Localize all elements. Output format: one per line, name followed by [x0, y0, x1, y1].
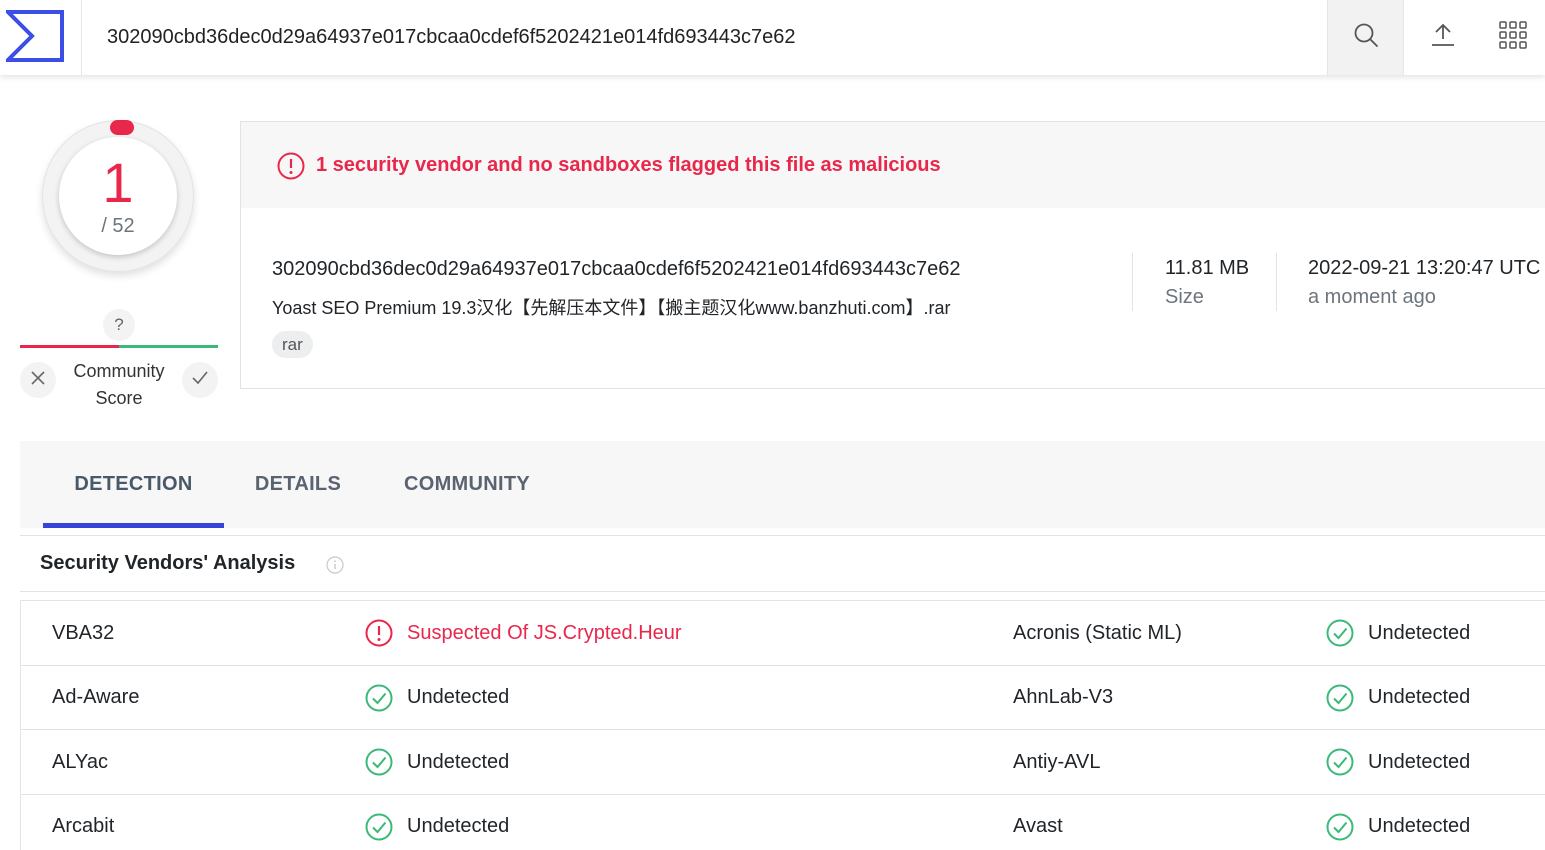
- check-circle-icon: [365, 813, 393, 841]
- community-score-label: Community Score: [73, 361, 165, 408]
- tab-bar: DETECTION DETAILS COMMUNITY: [20, 441, 1545, 528]
- search-input[interactable]: [82, 0, 1326, 75]
- vote-harmful-button[interactable]: [20, 362, 56, 398]
- check-circle-icon: [1326, 684, 1354, 712]
- vendor-result: Suspected Of JS.Crypted.Heur: [365, 601, 682, 665]
- vendor-result: Undetected: [1326, 730, 1470, 794]
- detection-score-gauge: 1 / 52: [42, 120, 194, 272]
- detection-total: / 52: [101, 215, 135, 237]
- alert-text: 1 security vendor and no sandboxes flagg…: [316, 154, 941, 176]
- malicious-alert: 1 security vendor and no sandboxes flagg…: [241, 122, 1545, 208]
- check-icon: [192, 370, 208, 390]
- tab-community[interactable]: COMMUNITY: [386, 441, 548, 528]
- divider: [20, 591, 1545, 592]
- check-circle-icon: [1326, 748, 1354, 776]
- vendor-result: Undetected: [365, 666, 509, 729]
- table-row: Ad-Aware Undetected AhnLab-V3 Undetected: [21, 666, 1545, 730]
- gauge-center: 1 / 52: [59, 137, 177, 255]
- community-score-bar: [20, 345, 218, 348]
- detection-count: 1: [102, 151, 134, 214]
- result-text: Undetected: [1368, 750, 1471, 773]
- vendor-name: Ad-Aware: [52, 686, 140, 708]
- table-row: ALYac Undetected Antiy-AVL Undetected: [21, 730, 1545, 795]
- check-circle-icon: [1326, 813, 1354, 841]
- divider: [20, 535, 1545, 536]
- file-size-label: Size: [1165, 286, 1204, 308]
- community-score-value: ?: [103, 309, 135, 341]
- check-circle-icon: [1326, 619, 1354, 647]
- vote-harmless-button[interactable]: [182, 362, 218, 398]
- vendor-result: Undetected: [365, 730, 509, 794]
- result-text: Suspected Of JS.Crypted.Heur: [407, 621, 682, 644]
- vendor-name: Antiy-AVL: [1013, 750, 1101, 773]
- search-icon: [1353, 22, 1379, 53]
- file-summary-card: 1 security vendor and no sandboxes flagg…: [240, 121, 1545, 389]
- vendor-name: ALYac: [52, 750, 108, 773]
- upload-icon: [1430, 22, 1456, 53]
- section-title: Security Vendors' Analysis: [40, 552, 296, 574]
- divider: [1132, 253, 1133, 311]
- vendor-result: Undetected: [1326, 601, 1470, 665]
- close-icon: [31, 370, 45, 390]
- top-bar: [0, 0, 1545, 75]
- search-button[interactable]: [1327, 0, 1404, 75]
- check-circle-icon: [365, 748, 393, 776]
- analysis-date-relative: a moment ago: [1308, 286, 1436, 308]
- virustotal-logo[interactable]: [3, 10, 64, 62]
- alert-icon: [277, 152, 305, 185]
- info-icon[interactable]: [326, 556, 344, 579]
- check-circle-icon: [365, 684, 393, 712]
- result-text: Undetected: [1368, 621, 1471, 644]
- result-text: Undetected: [1368, 815, 1471, 837]
- divider: [1276, 253, 1277, 311]
- upload-button[interactable]: [1405, 0, 1481, 75]
- tab-details[interactable]: DETAILS: [234, 441, 362, 528]
- apps-button[interactable]: [1481, 0, 1545, 75]
- result-text: Undetected: [1368, 686, 1471, 708]
- result-text: Undetected: [407, 686, 510, 708]
- alert-icon: [365, 619, 393, 647]
- vendor-result: Undetected: [1326, 795, 1470, 850]
- apps-grid-icon: [1499, 21, 1527, 54]
- result-text: Undetected: [407, 815, 510, 837]
- result-text: Undetected: [407, 750, 510, 773]
- file-hash[interactable]: 302090cbd36dec0d29a64937e017cbcaa0cdef6f…: [272, 258, 960, 281]
- file-name: Yoast SEO Premium 19.3汉化【先解压本文件】【搬主题汉化ww…: [272, 298, 951, 318]
- vendor-name: AhnLab-V3: [1013, 686, 1114, 708]
- table-row: VBA32 Suspected Of JS.Crypted.Heur Acron…: [21, 601, 1545, 666]
- table-row: Arcabit Undetected Avast Undetected: [21, 795, 1545, 850]
- gauge-indicator: [110, 120, 134, 135]
- file-size-value: 11.81 MB: [1165, 257, 1250, 279]
- file-type-tag[interactable]: rar: [272, 331, 313, 358]
- vendor-name: Acronis (Static ML): [1013, 621, 1182, 644]
- tab-detection[interactable]: DETECTION: [43, 441, 224, 528]
- vendor-analysis-table: VBA32 Suspected Of JS.Crypted.Heur Acron…: [20, 600, 1545, 850]
- analysis-date: 2022-09-21 13:20:47 UTC: [1308, 257, 1541, 279]
- vendor-result: Undetected: [1326, 666, 1470, 729]
- vendor-result: Undetected: [365, 795, 509, 850]
- vendor-name: Arcabit: [52, 815, 115, 837]
- vendor-name: VBA32: [52, 621, 115, 644]
- vendor-name: Avast: [1013, 815, 1063, 837]
